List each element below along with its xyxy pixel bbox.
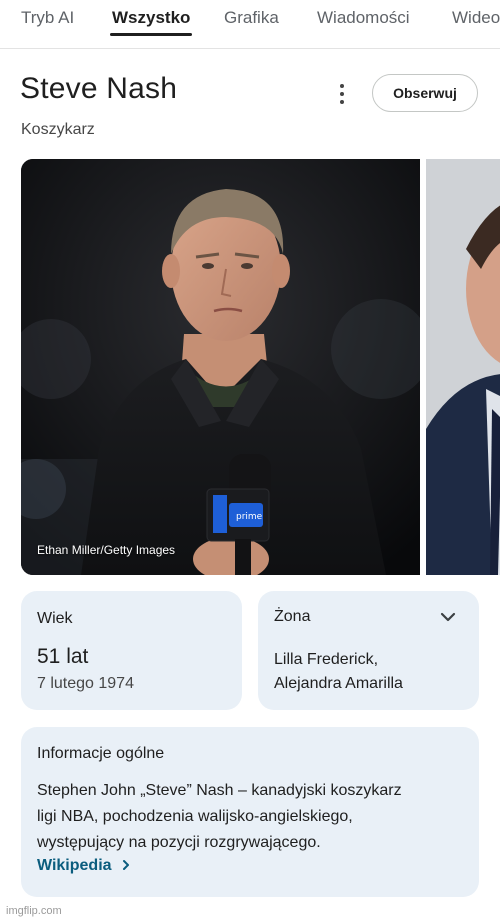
svg-text:prime: prime: [236, 512, 263, 522]
chevron-down-icon[interactable]: [439, 610, 457, 624]
search-tabs: Tryb AI Wszystko Grafika Wiadomości Wide…: [0, 0, 500, 49]
wikipedia-link[interactable]: Wikipedia: [37, 857, 132, 875]
active-tab-indicator: [110, 33, 192, 36]
overview-title: Informacje ogólne: [37, 745, 165, 762]
wikipedia-link-label: Wikipedia: [37, 857, 112, 874]
spouse-label: Żona: [274, 608, 311, 625]
spouse-card[interactable]: Żona Lilla Frederick, Alejandra Amarilla: [258, 591, 479, 710]
spouse-name-1: Lilla Frederick,: [274, 651, 379, 668]
entity-subtitle: Koszykarz: [21, 121, 95, 138]
main-photo[interactable]: prime Ethan Miller/Getty Images: [21, 159, 420, 575]
second-photo[interactable]: [426, 159, 500, 575]
tab-videos[interactable]: Wideo: [452, 8, 500, 28]
overview-line-3: występujący na pozycji rozgrywającego.: [37, 834, 321, 851]
age-label: Wiek: [37, 610, 73, 627]
overview-card: Informacje ogólne Stephen John „Steve” N…: [21, 727, 479, 897]
tab-images[interactable]: Grafika: [224, 8, 279, 28]
image-credit: Ethan Miller/Getty Images: [37, 543, 176, 557]
entity-title: Steve Nash: [20, 72, 178, 105]
age-card[interactable]: Wiek 51 lat 7 lutego 1974: [21, 591, 242, 710]
follow-button[interactable]: Obserwuj: [372, 74, 478, 112]
tab-ai-mode[interactable]: Tryb AI: [21, 8, 74, 28]
age-value: 51 lat: [37, 645, 89, 668]
overview-line-1: Stephen John „Steve” Nash – kanadyjski k…: [37, 782, 402, 799]
more-vert-icon[interactable]: [333, 84, 351, 104]
chevron-right-icon: [123, 860, 129, 870]
spouse-name-2: Alejandra Amarilla: [274, 675, 403, 692]
second-person-illustration: [426, 159, 500, 575]
watermark: imgflip.com: [6, 905, 62, 917]
tab-news[interactable]: Wiadomości: [317, 8, 410, 28]
overview-line-2: ligi NBA, pochodzenia walijsko-angielski…: [37, 808, 353, 825]
birth-date: 7 lutego 1974: [37, 675, 134, 692]
person-photo-illustration: prime: [21, 159, 420, 575]
tab-all[interactable]: Wszystko: [112, 8, 190, 28]
